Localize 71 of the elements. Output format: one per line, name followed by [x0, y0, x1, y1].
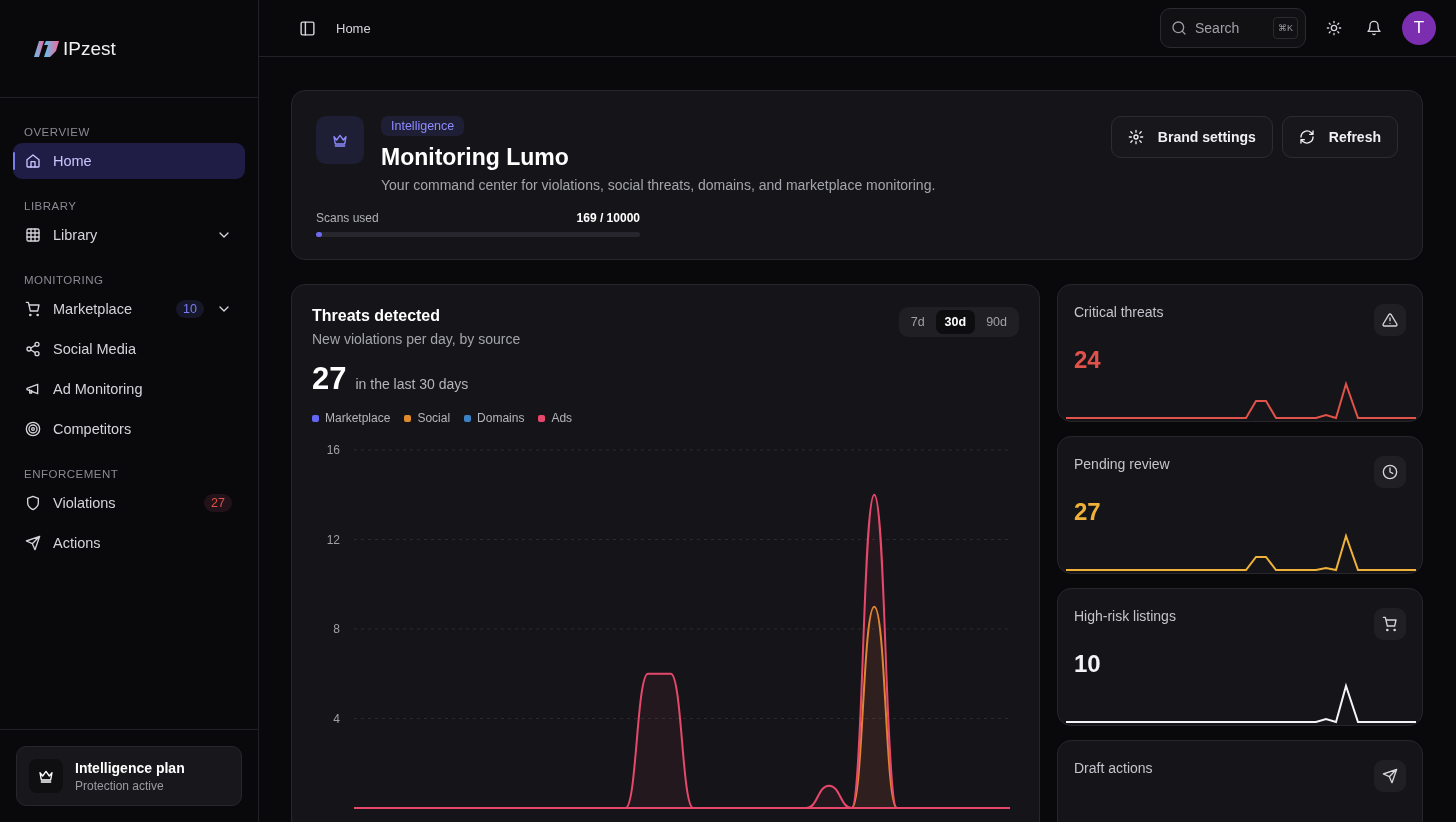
sidebar-icon [299, 19, 316, 37]
axis-label: 4 [333, 711, 340, 726]
nav-item[interactable]: Home [13, 143, 245, 179]
nav-item[interactable]: Ad Monitoring [13, 371, 245, 407]
section-label: MONITORING [23, 274, 105, 286]
count-badge: 27 [204, 494, 232, 512]
logo-icon [33, 38, 61, 59]
sun-icon [1326, 20, 1342, 36]
section-label: OVERVIEW [23, 126, 91, 138]
axis-label: 16 [326, 443, 340, 457]
warning-icon [1382, 312, 1398, 328]
search-icon [1171, 20, 1187, 36]
count-badge: 10 [176, 300, 204, 318]
plan-card[interactable]: Intelligence plan Protection active [16, 746, 242, 806]
send-icon [1382, 768, 1398, 784]
stat-title: Draft actions [1074, 760, 1153, 776]
cart-icon [1382, 616, 1398, 632]
stat-value: 10 [1074, 650, 1102, 678]
stat-value: 24 [1074, 346, 1102, 374]
gear-icon [1127, 129, 1144, 145]
legend-label: Domains [477, 411, 525, 425]
plan-tag: Intelligence [381, 116, 465, 136]
brand-name: IPzest [63, 37, 116, 60]
breadcrumb: Home [336, 20, 372, 36]
stat-value: 27 [1074, 498, 1102, 526]
crown-icon [332, 132, 348, 148]
nav-item[interactable]: Social Media [13, 331, 245, 367]
stat-title: Critical threats [1074, 304, 1164, 320]
axis-label: 12 [326, 532, 340, 547]
share-icon [25, 341, 41, 357]
nav-item[interactable]: Marketplace 10 [13, 291, 245, 327]
megaphone-icon [25, 381, 41, 397]
crown-icon [38, 768, 54, 784]
legend-label: Ads [551, 411, 573, 425]
shortcut-hint: ⌘K [1273, 17, 1298, 39]
plan-title: Intelligence plan [75, 759, 185, 776]
legend-label: Social [417, 411, 451, 425]
plan-status: Protection active [75, 778, 165, 793]
clock-icon [1382, 464, 1398, 480]
cart-icon [25, 301, 41, 317]
nav-item[interactable]: Competitors [13, 411, 245, 447]
stat-title: High-risk listings [1074, 608, 1176, 624]
refresh-button[interactable]: Refresh [1281, 116, 1398, 158]
range-tab[interactable]: 30d [935, 310, 976, 334]
target-icon [25, 421, 41, 437]
stat-title: Pending review [1074, 456, 1170, 472]
axis-label: 8 [333, 622, 340, 636]
legend-label: Marketplace [325, 411, 391, 425]
total-caption: in the last 30 days [355, 376, 469, 392]
bell-icon [1366, 20, 1382, 36]
grid-icon [25, 227, 41, 243]
range-tab[interactable]: 90d [977, 310, 1016, 334]
page-title: Monitoring Lumo [381, 144, 570, 171]
brand-settings-button[interactable]: Brand settings [1110, 116, 1273, 158]
usage-label: Scans used [316, 211, 379, 225]
chart-title: Threats detected [312, 307, 442, 325]
user-avatar[interactable]: T [1402, 11, 1436, 45]
total-count: 27 [312, 361, 347, 397]
nav-item[interactable]: Library [13, 217, 245, 253]
usage-reading: 169 / 10000 [576, 211, 640, 225]
section-label: ENFORCEMENT [23, 468, 120, 480]
refresh-icon [1298, 129, 1315, 145]
range-tab[interactable]: 7d [901, 310, 934, 334]
section-label: LIBRARY [23, 200, 78, 212]
send-icon [25, 535, 41, 551]
shield-icon [25, 495, 41, 511]
home-icon [25, 153, 41, 169]
page-description: Your command center for violations, social threats, domains, and marketplace monitoring. [381, 177, 937, 193]
nav-item[interactable]: Actions [13, 525, 245, 561]
nav-item[interactable]: Violations 27 [13, 485, 245, 521]
chart-subtitle: New violations per day, by source [312, 331, 521, 347]
